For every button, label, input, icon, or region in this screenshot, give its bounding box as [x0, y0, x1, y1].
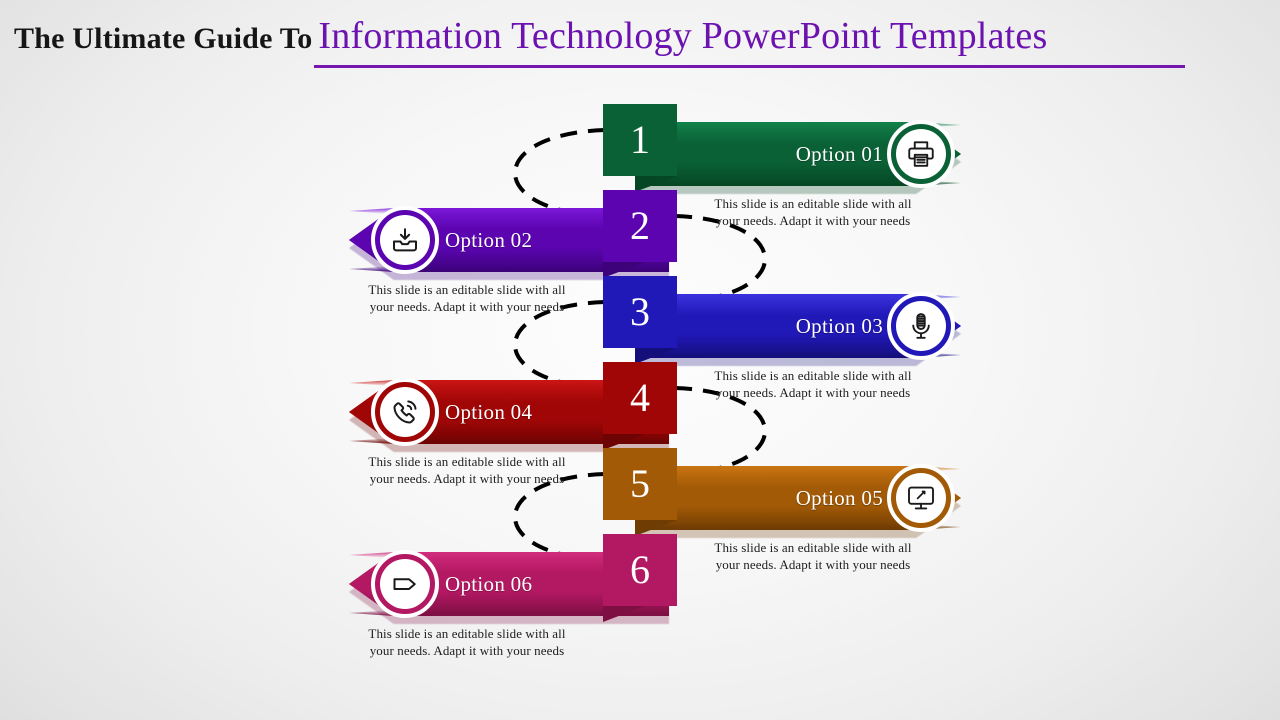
- step-number-text: 5: [630, 461, 650, 506]
- step-description-6: This slide is an editable slide with all…: [368, 626, 566, 658]
- step-number-tile-4[interactable]: 4: [603, 362, 677, 434]
- step-description-2: This slide is an editable slide with all…: [368, 282, 566, 314]
- step-description-3: This slide is an editable slide with all…: [714, 368, 912, 400]
- arrow-bar-3[interactable]: Option 03: [641, 292, 961, 360]
- arrow-bar-1[interactable]: Option 01: [641, 120, 961, 188]
- step-label-3: Option 03: [795, 313, 883, 338]
- step-label-5: Option 05: [795, 485, 883, 510]
- step-number-tile-6[interactable]: 6: [603, 534, 677, 606]
- step-description-4: This slide is an editable slide with all…: [368, 454, 566, 486]
- step-icon-badge-6[interactable]: [371, 550, 439, 618]
- step-number-fold-6: [603, 606, 645, 622]
- step-icon-badge-5[interactable]: [887, 464, 955, 532]
- step-description-5: This slide is an editable slide with all…: [714, 540, 912, 572]
- arrow-bar-5[interactable]: Option 05: [641, 464, 961, 532]
- step-description-1: This slide is an editable slide with all…: [714, 196, 912, 228]
- step-number-text: 6: [630, 547, 650, 592]
- step-icon-badge-1[interactable]: [887, 120, 955, 188]
- step-icon-badge-3[interactable]: [887, 292, 955, 360]
- step-label-4: Option 04: [445, 399, 533, 424]
- download-inbox-icon: [380, 215, 430, 265]
- step-label-2: Option 02: [445, 227, 533, 252]
- step-icon-badge-4[interactable]: [371, 378, 439, 446]
- tag-label-icon: [380, 559, 430, 609]
- step-label-1: Option 01: [795, 141, 883, 166]
- step-number-tile-1[interactable]: 1: [603, 104, 677, 176]
- step-number-text: 2: [630, 203, 650, 248]
- microphone-icon: [896, 301, 946, 351]
- step-number-text: 4: [630, 375, 650, 420]
- desktop-monitor-icon: [896, 473, 946, 523]
- printer-icon: [896, 129, 946, 179]
- step-icon-badge-2[interactable]: [371, 206, 439, 274]
- step-number-text: 3: [630, 289, 650, 334]
- step-number-tile-3[interactable]: 3: [603, 276, 677, 348]
- step-label-6: Option 06: [445, 571, 533, 596]
- step-number-tile-2[interactable]: 2: [603, 190, 677, 262]
- process-diagram: Option 01 1 This slide is an editable slid…: [0, 0, 1280, 720]
- step-number-text: 1: [630, 117, 650, 162]
- phone-call-icon: [380, 387, 430, 437]
- step-number-tile-5[interactable]: 5: [603, 448, 677, 520]
- connector-arc-1: [513, 128, 606, 218]
